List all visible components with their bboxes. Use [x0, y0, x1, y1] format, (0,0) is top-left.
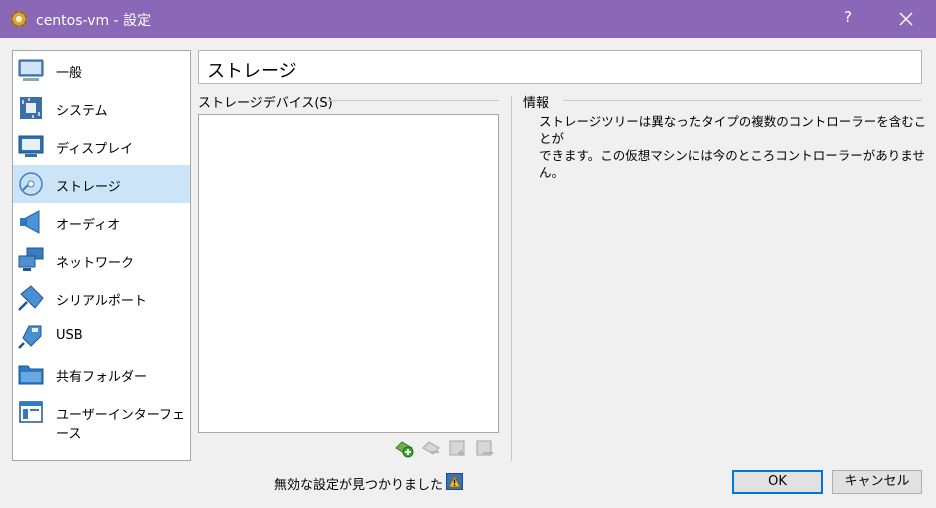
sidebar-item-label: シリアルポート: [56, 294, 147, 309]
sidebar-item-network[interactable]: ネットワーク: [13, 241, 190, 279]
sidebar-item-shared-folders[interactable]: 共有フォルダー: [13, 355, 190, 393]
ok-button[interactable]: OK: [732, 470, 823, 494]
warning-icon[interactable]: [446, 473, 463, 490]
sidebar-item-label: ストレージ: [56, 180, 121, 195]
storage-tree[interactable]: [198, 114, 499, 433]
remove-attachment-icon[interactable]: [475, 438, 495, 458]
user-interface-icon: [19, 401, 43, 423]
audio-speaker-icon: [20, 210, 40, 234]
sidebar-item-label: 一般: [56, 66, 83, 81]
info-line: ストレージツリーは異なったタイプの複数のコントローラーを含むことが: [539, 114, 927, 146]
sidebar-item-label: USB: [56, 328, 83, 343]
settings-category-list: 一般 システム ディスプレイ ストレージ オーディオ ネットワーク シリアルポー…: [12, 50, 191, 461]
add-attachment-icon[interactable]: [448, 438, 468, 458]
sidebar-item-label: システム: [56, 104, 108, 119]
remove-controller-icon[interactable]: [421, 438, 441, 458]
storage-disk-icon: [19, 172, 43, 196]
info-divider: [563, 100, 922, 101]
storage-devices-divider: [328, 100, 499, 101]
add-controller-icon[interactable]: [394, 438, 414, 458]
shared-folder-icon: [18, 365, 44, 385]
window-title: centos-vm - 設定: [36, 13, 152, 29]
virtualbox-gear-icon: [9, 9, 29, 29]
display-monitor-icon: [18, 135, 44, 157]
sidebar-item-label: ネットワーク: [56, 256, 135, 271]
sidebar-item-storage[interactable]: ストレージ: [13, 165, 190, 203]
validation-status: 無効な設定が見つかりました: [274, 478, 444, 493]
sidebar-item-system[interactable]: システム: [13, 89, 190, 127]
sidebar-item-audio[interactable]: オーディオ: [13, 203, 190, 241]
sidebar-item-general[interactable]: 一般: [13, 51, 190, 89]
close-icon[interactable]: [896, 8, 916, 30]
sidebar-item-usb[interactable]: USB: [13, 317, 190, 355]
general-monitor-icon: [18, 59, 44, 81]
sidebar-item-label: ディスプレイ: [56, 142, 134, 157]
storage-devices-caption: ストレージデバイス(S): [198, 92, 337, 111]
sidebar-item-serial-port[interactable]: シリアルポート: [13, 279, 190, 317]
page-title: ストレージ: [207, 61, 297, 82]
sidebar-item-user-interface[interactable]: ユーザーインターフェース: [13, 393, 190, 442]
info-line: できます。この仮想マシンには今のところコントローラーがありません。: [539, 148, 925, 180]
sidebar-item-label: ユーザーインターフェース: [56, 408, 185, 442]
sidebar-item-display[interactable]: ディスプレイ: [13, 127, 190, 165]
window-titlebar: centos-vm - 設定 ?: [0, 0, 936, 38]
info-caption: 情報: [523, 92, 554, 111]
sidebar-item-label: 共有フォルダー: [56, 370, 148, 385]
panel-divider: [511, 96, 512, 461]
info-text: ストレージツリーは異なったタイプの複数のコントローラーを含むことが できます。こ…: [539, 113, 929, 181]
page-title-box: ストレージ: [198, 50, 922, 84]
help-button[interactable]: ?: [838, 8, 858, 30]
usb-icon: [18, 325, 42, 349]
system-chip-icon: [20, 97, 42, 119]
sidebar-item-label: オーディオ: [56, 218, 121, 233]
serial-port-icon: [18, 285, 44, 311]
cancel-button[interactable]: キャンセル: [832, 470, 922, 494]
network-icon: [18, 247, 44, 271]
